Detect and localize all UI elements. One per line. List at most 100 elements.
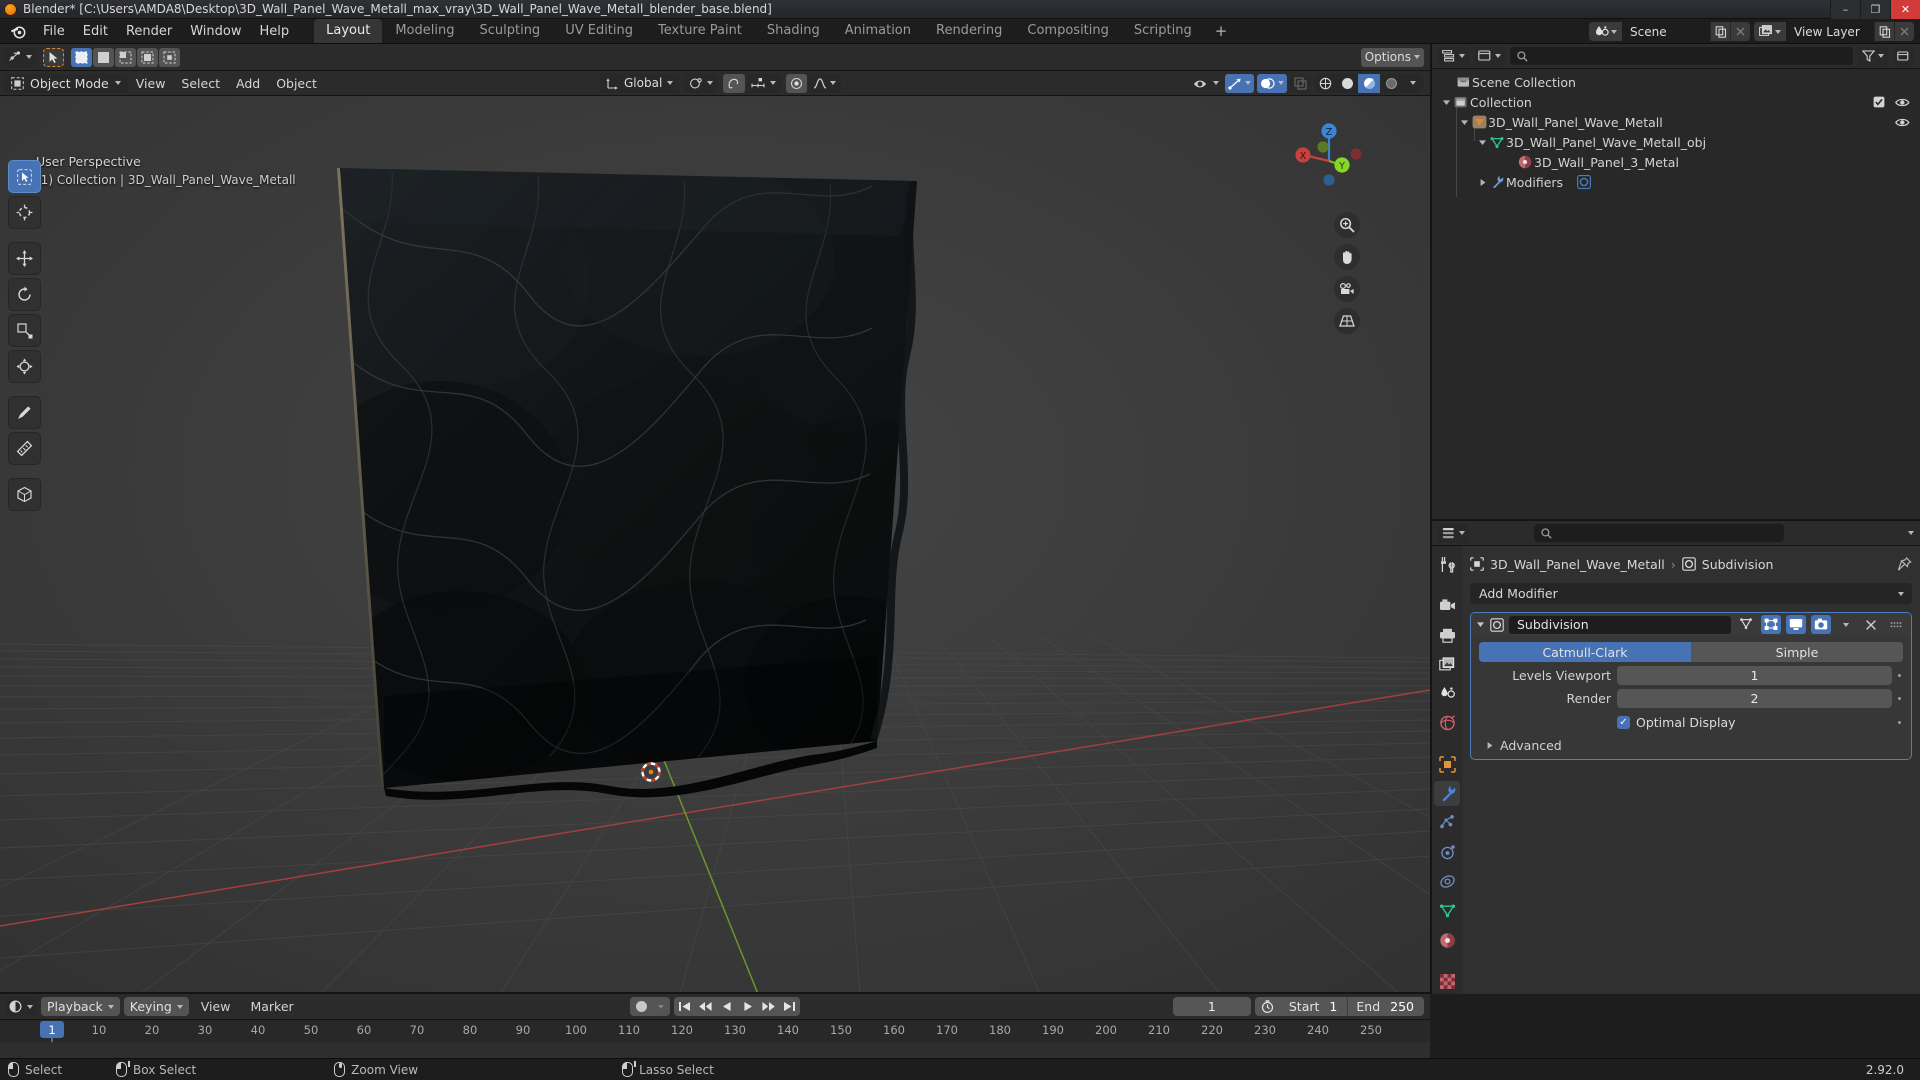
use-preview-range-icon[interactable] [1255,997,1281,1016]
visibility-selector[interactable] [1190,74,1222,93]
modifier-expander-open-icon[interactable] [1476,620,1485,629]
properties-tab-view-layer[interactable] [1434,652,1460,677]
subdivision-modifier-icon[interactable] [1577,175,1592,189]
editor-divider-horizontal-right[interactable] [1432,519,1920,521]
new-scene-button[interactable] [1710,22,1730,41]
properties-tab-scene[interactable] [1434,681,1460,706]
tool-rotate[interactable] [8,278,41,311]
tab-layout[interactable]: Layout [314,19,383,43]
outliner-row-scene-collection[interactable]: Scene Collection [1432,72,1920,92]
eye-icon[interactable] [1895,97,1910,108]
properties-tab-output[interactable] [1434,622,1460,647]
pin-icon[interactable] [1897,556,1912,572]
menu-edit[interactable]: Edit [74,22,117,41]
tab-scripting[interactable]: Scripting [1122,19,1204,43]
timeline-editor[interactable]: Playback Keying View Marker 1 Start 1 En… [0,994,1430,1062]
render-levels-field[interactable]: 2 [1617,689,1892,708]
subdivision-type-simple[interactable]: Simple [1691,642,1903,662]
modifier-delete-button[interactable] [1861,615,1881,634]
transform-orientation-selector[interactable]: Global [600,73,680,93]
breadcrumb-modifier-label[interactable]: Subdivision [1702,557,1774,572]
outliner-row-mesh-data[interactable]: 3D_Wall_Panel_Wave_Metall_obj [1432,132,1920,152]
outliner-row-object[interactable]: 3D_Wall_Panel_Wave_Metall [1432,112,1920,132]
navigation-gizmo[interactable]: Z X Y [1290,118,1368,196]
pivot-point-selector[interactable] [684,73,719,93]
snap-toggle-button[interactable] [723,73,746,93]
tab-compositing[interactable]: Compositing [1015,19,1121,43]
scene-selector[interactable]: Scene [1589,22,1750,41]
previous-keyframe-button[interactable] [695,997,716,1016]
tool-measure[interactable] [8,432,41,465]
properties-tab-tool[interactable] [1434,552,1460,577]
end-frame-value[interactable]: 250 [1388,997,1424,1016]
shading-solid-button[interactable] [1336,74,1358,93]
jump-to-start-button[interactable] [674,997,695,1016]
menu-help[interactable]: Help [251,22,299,41]
modifier-realtime-display-toggle[interactable] [1786,615,1806,634]
viewport-canvas[interactable]: User Perspective (1) Collection | 3D_Wal… [0,96,1430,994]
timeline-playhead[interactable]: 1 [40,1021,64,1038]
gizmo-toggle[interactable] [1225,73,1254,93]
scene-name[interactable]: Scene [1622,22,1710,41]
tool-move[interactable] [8,242,41,275]
properties-tab-world[interactable] [1434,710,1460,735]
properties-tab-modifier[interactable] [1434,780,1460,807]
outliner-row-collection[interactable]: Collection [1432,92,1920,112]
tab-rendering[interactable]: Rendering [924,19,1014,43]
outliner-editor-type-button[interactable] [1438,46,1469,66]
view-layer-selector[interactable]: View Layer [1754,22,1914,41]
maximize-button[interactable]: ❐ [1860,0,1890,19]
shading-material-preview-button[interactable] [1358,73,1380,93]
properties-editor-type-button[interactable] [1438,523,1469,543]
properties-tab-object[interactable] [1434,752,1460,777]
expander-open[interactable] [1458,118,1470,127]
minimize-button[interactable]: – [1830,0,1860,19]
proportional-falloff-selector[interactable] [808,73,842,93]
expander-closed[interactable] [1476,178,1488,187]
timeline-menu-marker[interactable]: Marker [242,997,301,1016]
viewport-menu-select[interactable]: Select [173,75,228,92]
editor-divider-horizontal-bottom[interactable] [0,992,1430,994]
subdivision-type-catmull-clark[interactable]: Catmull-Clark [1479,642,1691,662]
modifier-extras-dropdown[interactable] [1836,615,1856,634]
outliner-editor[interactable]: Scene Collection Collection 3D_Wall_Pane… [1432,44,1920,519]
tab-sculpting[interactable]: Sculpting [467,19,552,43]
play-button[interactable] [737,997,758,1016]
timeline-track-area[interactable] [0,1042,1430,1058]
tab-texture-paint[interactable]: Texture Paint [646,19,754,43]
auto-keying-toggle[interactable] [630,997,652,1016]
3d-viewport[interactable]: Options Object Mode View Select Add Obje… [0,44,1430,994]
editor-type-button[interactable] [4,47,36,67]
mode-selector[interactable]: Object Mode [4,73,128,93]
advanced-subpanel-header[interactable]: Advanced [1485,738,1911,753]
tool-add-cube[interactable] [8,478,41,511]
expander-open[interactable] [1440,98,1452,107]
properties-editor[interactable]: 3D_Wall_Panel_Wave_Metall › Subdivision … [1432,521,1920,994]
timeline-menu-view[interactable]: View [193,997,239,1016]
menu-file[interactable]: File [34,22,74,41]
select-invert-button[interactable] [137,47,158,67]
viewport-menu-object[interactable]: Object [268,75,325,92]
pan-view-button[interactable] [1334,244,1360,270]
eye-icon[interactable] [1895,117,1910,128]
properties-tab-texture[interactable] [1434,969,1460,994]
jump-to-end-button[interactable] [779,997,800,1016]
remove-view-layer-button[interactable] [1894,22,1914,41]
tab-add-workspace[interactable]: + [1205,19,1238,44]
view-layer-icon[interactable] [1754,22,1786,41]
modifier-edit-mode-display-toggle[interactable] [1761,615,1781,634]
tab-animation[interactable]: Animation [833,19,923,43]
properties-search-input[interactable] [1534,524,1784,542]
select-intersect-button[interactable] [159,47,180,67]
tab-uv-editing[interactable]: UV Editing [553,19,645,43]
optimal-display-checkbox[interactable]: ✓ [1617,716,1630,729]
tool-tweak-select[interactable] [8,160,41,193]
levels-viewport-field[interactable]: 1 [1617,666,1892,685]
properties-tab-render[interactable] [1434,593,1460,618]
properties-tab-physics[interactable] [1434,840,1460,865]
outliner-filter-button[interactable] [1858,46,1888,66]
playback-menu[interactable]: Playback [41,997,120,1016]
scene-icon[interactable] [1589,22,1622,41]
outliner-new-collection-button[interactable] [1893,46,1914,66]
keying-menu[interactable]: Keying [123,997,189,1016]
